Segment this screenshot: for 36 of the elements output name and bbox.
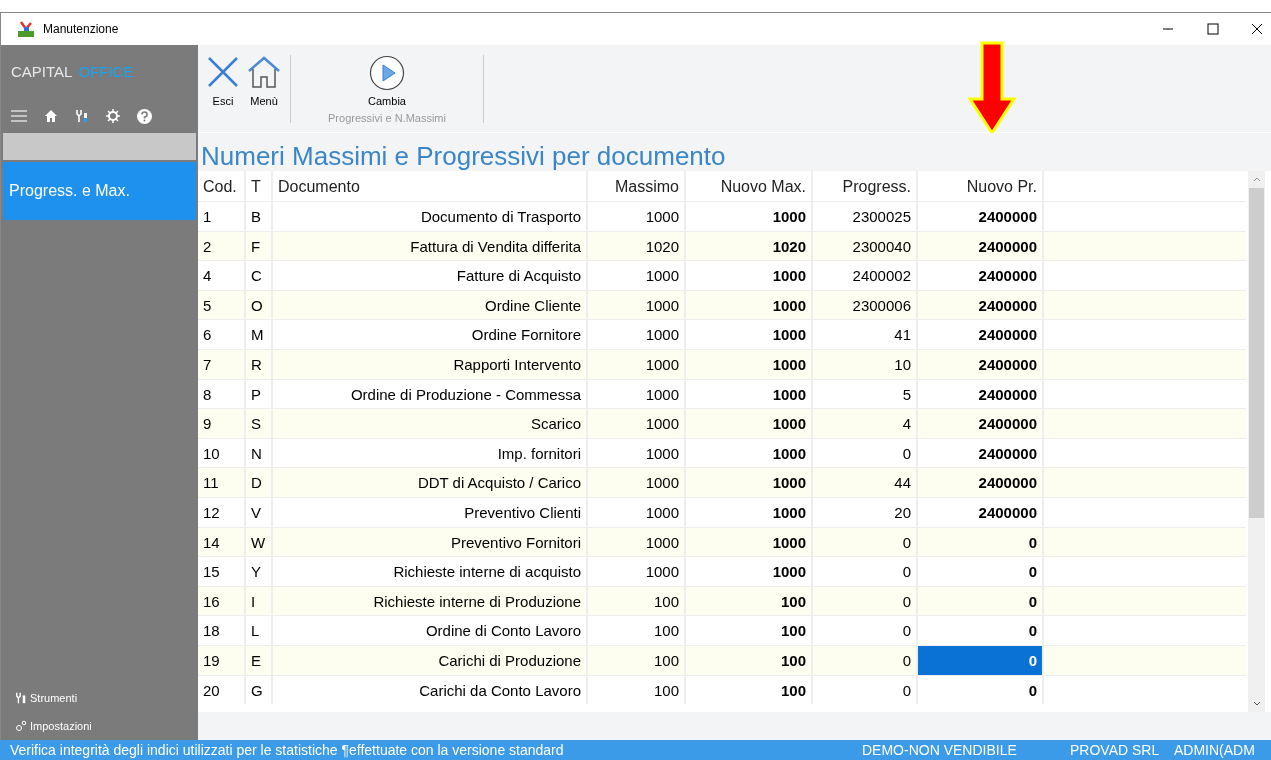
maximize-icon[interactable] bbox=[1207, 23, 1219, 35]
down-arrow-icon bbox=[967, 41, 1017, 135]
settings-icon[interactable] bbox=[106, 109, 120, 123]
close-icon bbox=[206, 55, 240, 89]
table-cell: 100 bbox=[588, 675, 686, 705]
status-text: Verifica integrità degli indici utilizzati per le statistiche ¶effettuate con la versione standard bbox=[10, 740, 565, 760]
tools-icon[interactable] bbox=[75, 109, 89, 123]
help-icon[interactable] bbox=[137, 108, 152, 124]
close-icon[interactable] bbox=[1251, 23, 1263, 35]
table-cell: 0 bbox=[918, 675, 1044, 705]
window-title: Manutenzione bbox=[43, 21, 119, 38]
table-cell: 0 bbox=[813, 675, 918, 705]
table-cell: 0 bbox=[918, 645, 1044, 675]
table-cell: 20 bbox=[198, 675, 246, 705]
app-icon bbox=[17, 20, 35, 38]
brand-name: OFFICE bbox=[78, 62, 134, 82]
toolbar-button[interactable]: Esci bbox=[206, 55, 240, 123]
status-text: PROVAD SRL bbox=[1070, 740, 1161, 760]
table-cell: 100 bbox=[686, 675, 813, 705]
brand-name: CAPITAL bbox=[11, 62, 73, 82]
page-heading: Numeri Massimi e Progressivi per documento bbox=[198, 133, 1271, 171]
home-icon bbox=[246, 55, 282, 89]
status-text: DEMO-NON VENDIBILE bbox=[862, 740, 1018, 760]
sidebar-link[interactable]: Strumenti bbox=[1, 684, 198, 712]
status-text: ADMIN(ADM bbox=[1174, 740, 1255, 760]
table-cell: Carichi da Conto Lavoro bbox=[273, 675, 588, 705]
tools-icon bbox=[15, 692, 27, 704]
gears-icon bbox=[15, 720, 27, 732]
table-cell: G bbox=[246, 675, 273, 705]
menu-icon[interactable] bbox=[11, 110, 27, 122]
button-caption: Progressivi e N.Massimi bbox=[328, 110, 446, 126]
home-icon[interactable] bbox=[44, 109, 58, 123]
play-icon bbox=[369, 55, 405, 91]
change-button[interactable]: Cambia bbox=[368, 55, 406, 110]
sidebar-link[interactable]: Impostazioni bbox=[1, 712, 198, 740]
toolbar-button[interactable]: Menù bbox=[246, 55, 282, 123]
